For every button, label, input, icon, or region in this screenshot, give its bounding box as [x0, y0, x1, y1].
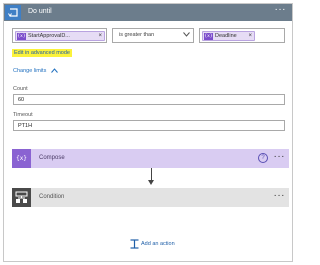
do-until-title: Do until: [28, 8, 52, 15]
timeout-input[interactable]: PT1H: [13, 120, 285, 131]
add-action-link[interactable]: Add an action: [141, 241, 175, 247]
condition-operator-select[interactable]: is greater than: [112, 28, 194, 43]
condition-action[interactable]: Condition ···: [12, 188, 289, 207]
edit-advanced-mode-link[interactable]: Edit in advanced mode: [12, 49, 72, 57]
count-value: 60: [18, 97, 25, 103]
change-limits-link[interactable]: Change limits: [13, 68, 46, 74]
loop-icon: [5, 5, 21, 20]
count-input[interactable]: 60: [13, 94, 285, 105]
variable-icon: {x}: [12, 149, 31, 168]
more-options-icon[interactable]: ···: [275, 5, 287, 15]
operator-value: is greater than: [119, 32, 155, 38]
add-action-icon[interactable]: [130, 239, 139, 251]
condition-icon: [12, 188, 31, 207]
condition-left-operand[interactable]: {x} StartApprovalD... ×: [12, 28, 107, 43]
token-label: StartApprovalD...: [28, 33, 70, 39]
do-until-header[interactable]: Do until ···: [4, 4, 292, 21]
remove-token-icon[interactable]: ×: [98, 32, 102, 40]
remove-token-icon[interactable]: ×: [248, 32, 252, 40]
compose-title: Compose: [39, 155, 65, 161]
dynamic-content-token[interactable]: {x} StartApprovalD... ×: [15, 31, 105, 41]
do-until-card: Do until ··· {x} StartApprovalD... × is …: [3, 3, 293, 262]
token-label: Deadline: [215, 33, 237, 39]
timeout-label: Timeout: [13, 112, 33, 118]
compose-action[interactable]: {x} Compose ? ···: [12, 149, 289, 168]
condition-right-operand[interactable]: {x} Deadline ×: [199, 28, 285, 43]
more-options-icon[interactable]: ···: [274, 152, 286, 162]
count-label: Count: [13, 86, 28, 92]
chevron-down-icon: [183, 32, 190, 39]
chevron-up-icon[interactable]: [51, 68, 58, 75]
more-options-icon[interactable]: ···: [274, 191, 286, 201]
timeout-value: PT1H: [18, 123, 33, 129]
dynamic-content-token[interactable]: {x} Deadline ×: [202, 31, 255, 41]
arrow-head: [148, 180, 154, 185]
condition-title: Condition: [39, 194, 65, 200]
variable-icon: {x}: [204, 33, 213, 40]
variable-icon: {x}: [17, 33, 26, 40]
help-icon[interactable]: ?: [258, 153, 268, 163]
